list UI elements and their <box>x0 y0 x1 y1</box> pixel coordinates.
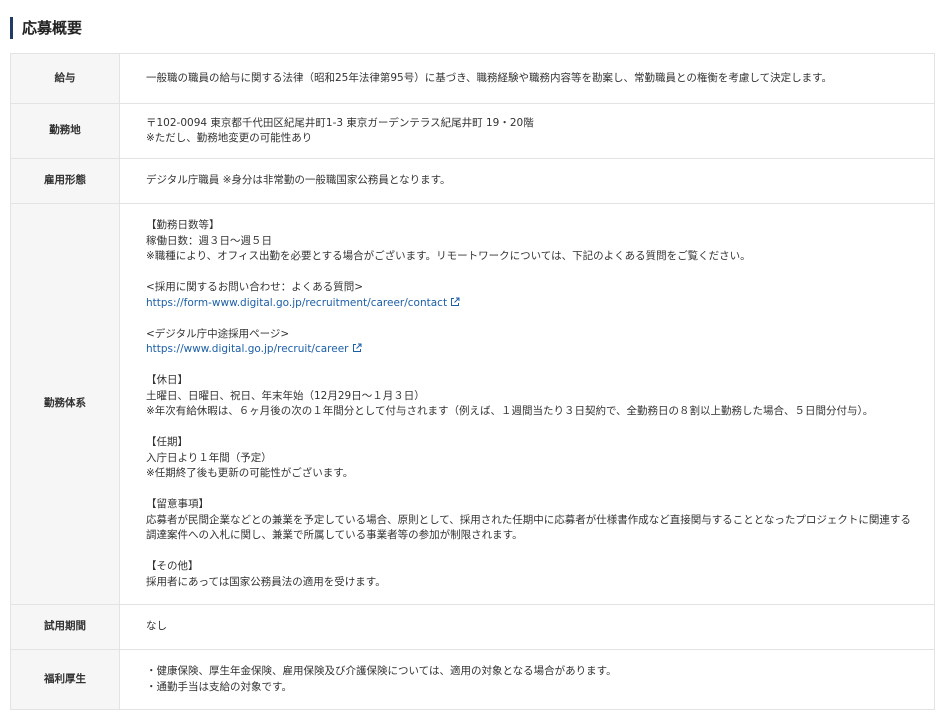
row-value-employment: デジタル庁職員 ※身分は非常勤の一般職国家公務員となります。 <box>119 158 935 204</box>
holiday-note: ※年次有給休暇は、６ヶ月後の次の１年間分として付与されます（例えば、１週間当たり… <box>146 405 874 417</box>
notice-text: 応募者が民間企業などとの兼業を予定している場合、原則として、採用された任期中に応… <box>146 513 911 542</box>
row-label-probation: 試用期間 <box>10 604 120 650</box>
row-value-salary: 一般職の職員の給与に関する法律（昭和25年法律第95号）に基づき、職務経験や職務… <box>119 53 935 104</box>
term-text: 入庁日より１年間（予定） <box>146 451 272 464</box>
row-label-work: 勤務体系 <box>10 203 120 605</box>
recruit-link-line: https://www.digital.go.jp/recruit/career <box>146 342 934 358</box>
term-note: ※任期終了後も更新の可能性がございます。 <box>146 467 354 479</box>
table-row-employment: 雇用形態 デジタル庁職員 ※身分は非常勤の一般職国家公務員となります。 <box>10 158 935 204</box>
table-row-probation: 試用期間 なし <box>10 604 935 650</box>
notice-heading: 【留意事項】 <box>146 498 209 510</box>
salary-text: 一般職の職員の給与に関する法律（昭和25年法律第95号）に基づき、職務経験や職務… <box>146 71 833 84</box>
row-label-employment: 雇用形態 <box>10 158 120 204</box>
table-row-work: 勤務体系 【勤務日数等】 稼働日数：週３日～週５日 ※職種により、オフィス出勤を… <box>10 203 935 605</box>
faq-link-line: https://form-www.digital.go.jp/recruitme… <box>146 296 934 312</box>
holiday-heading: 【休日】 <box>146 374 188 386</box>
row-value-welfare: ・健康保険、厚生年金保険、雇用保険及び介護保険については、適用の対象となる場合が… <box>119 649 935 710</box>
work-days-text: 稼働日数：週３日～週５日 <box>146 234 272 247</box>
holiday-text: 土曜日、日曜日、祝日、年末年始（12月29日～１月３日） <box>146 389 425 402</box>
probation-text: なし <box>146 620 167 633</box>
recruit-heading: <デジタル庁中途採用ページ> <box>146 327 290 340</box>
welfare-commute: ・通勤手当は支給の対象です。 <box>146 680 292 693</box>
location-address: 〒102-0094 東京都千代田区紀尾井町1-3 東京ガーデンテラス紀尾井町 1… <box>146 116 534 129</box>
faq-heading: <採用に関するお問い合わせ：よくある質問> <box>146 281 364 293</box>
row-label-location: 勤務地 <box>10 103 120 159</box>
row-label-welfare: 福利厚生 <box>10 649 120 710</box>
table-row-salary: 給与 一般職の職員の給与に関する法律（昭和25年法律第95号）に基づき、職務経験… <box>10 53 935 104</box>
table-row-location: 勤務地 〒102-0094 東京都千代田区紀尾井町1-3 東京ガーデンテラス紀尾… <box>10 103 935 159</box>
faq-link[interactable]: https://form-www.digital.go.jp/recruitme… <box>146 297 447 309</box>
term-heading: 【任期】 <box>146 436 188 448</box>
other-text: 採用者にあっては国家公務員法の適用を受けます。 <box>146 575 386 588</box>
welfare-insurance: ・健康保険、厚生年金保険、雇用保険及び介護保険については、適用の対象となる場合が… <box>146 665 617 677</box>
recruit-link[interactable]: https://www.digital.go.jp/recruit/career <box>146 343 349 355</box>
location-note: ※ただし、勤務地変更の可能性あり <box>146 132 313 144</box>
work-days-heading: 【勤務日数等】 <box>146 219 220 231</box>
row-value-probation: なし <box>119 604 935 650</box>
section-title: 応募概要 <box>10 17 82 39</box>
row-value-work: 【勤務日数等】 稼働日数：週３日～週５日 ※職種により、オフィス出勤を必要とする… <box>119 203 935 605</box>
external-link-icon[interactable] <box>352 343 362 353</box>
application-summary-table: 給与 一般職の職員の給与に関する法律（昭和25年法律第95号）に基づき、職務経験… <box>10 53 935 710</box>
row-label-salary: 給与 <box>10 53 120 104</box>
table-row-welfare: 福利厚生 ・健康保険、厚生年金保険、雇用保険及び介護保険については、適用の対象と… <box>10 649 935 710</box>
row-value-location: 〒102-0094 東京都千代田区紀尾井町1-3 東京ガーデンテラス紀尾井町 1… <box>119 103 935 159</box>
employment-text: デジタル庁職員 ※身分は非常勤の一般職国家公務員となります。 <box>146 174 451 187</box>
work-days-note: ※職種により、オフィス出勤を必要とする場合がございます。リモートワークについては… <box>146 250 751 262</box>
external-link-icon[interactable] <box>450 297 460 307</box>
other-heading: 【その他】 <box>146 560 199 572</box>
